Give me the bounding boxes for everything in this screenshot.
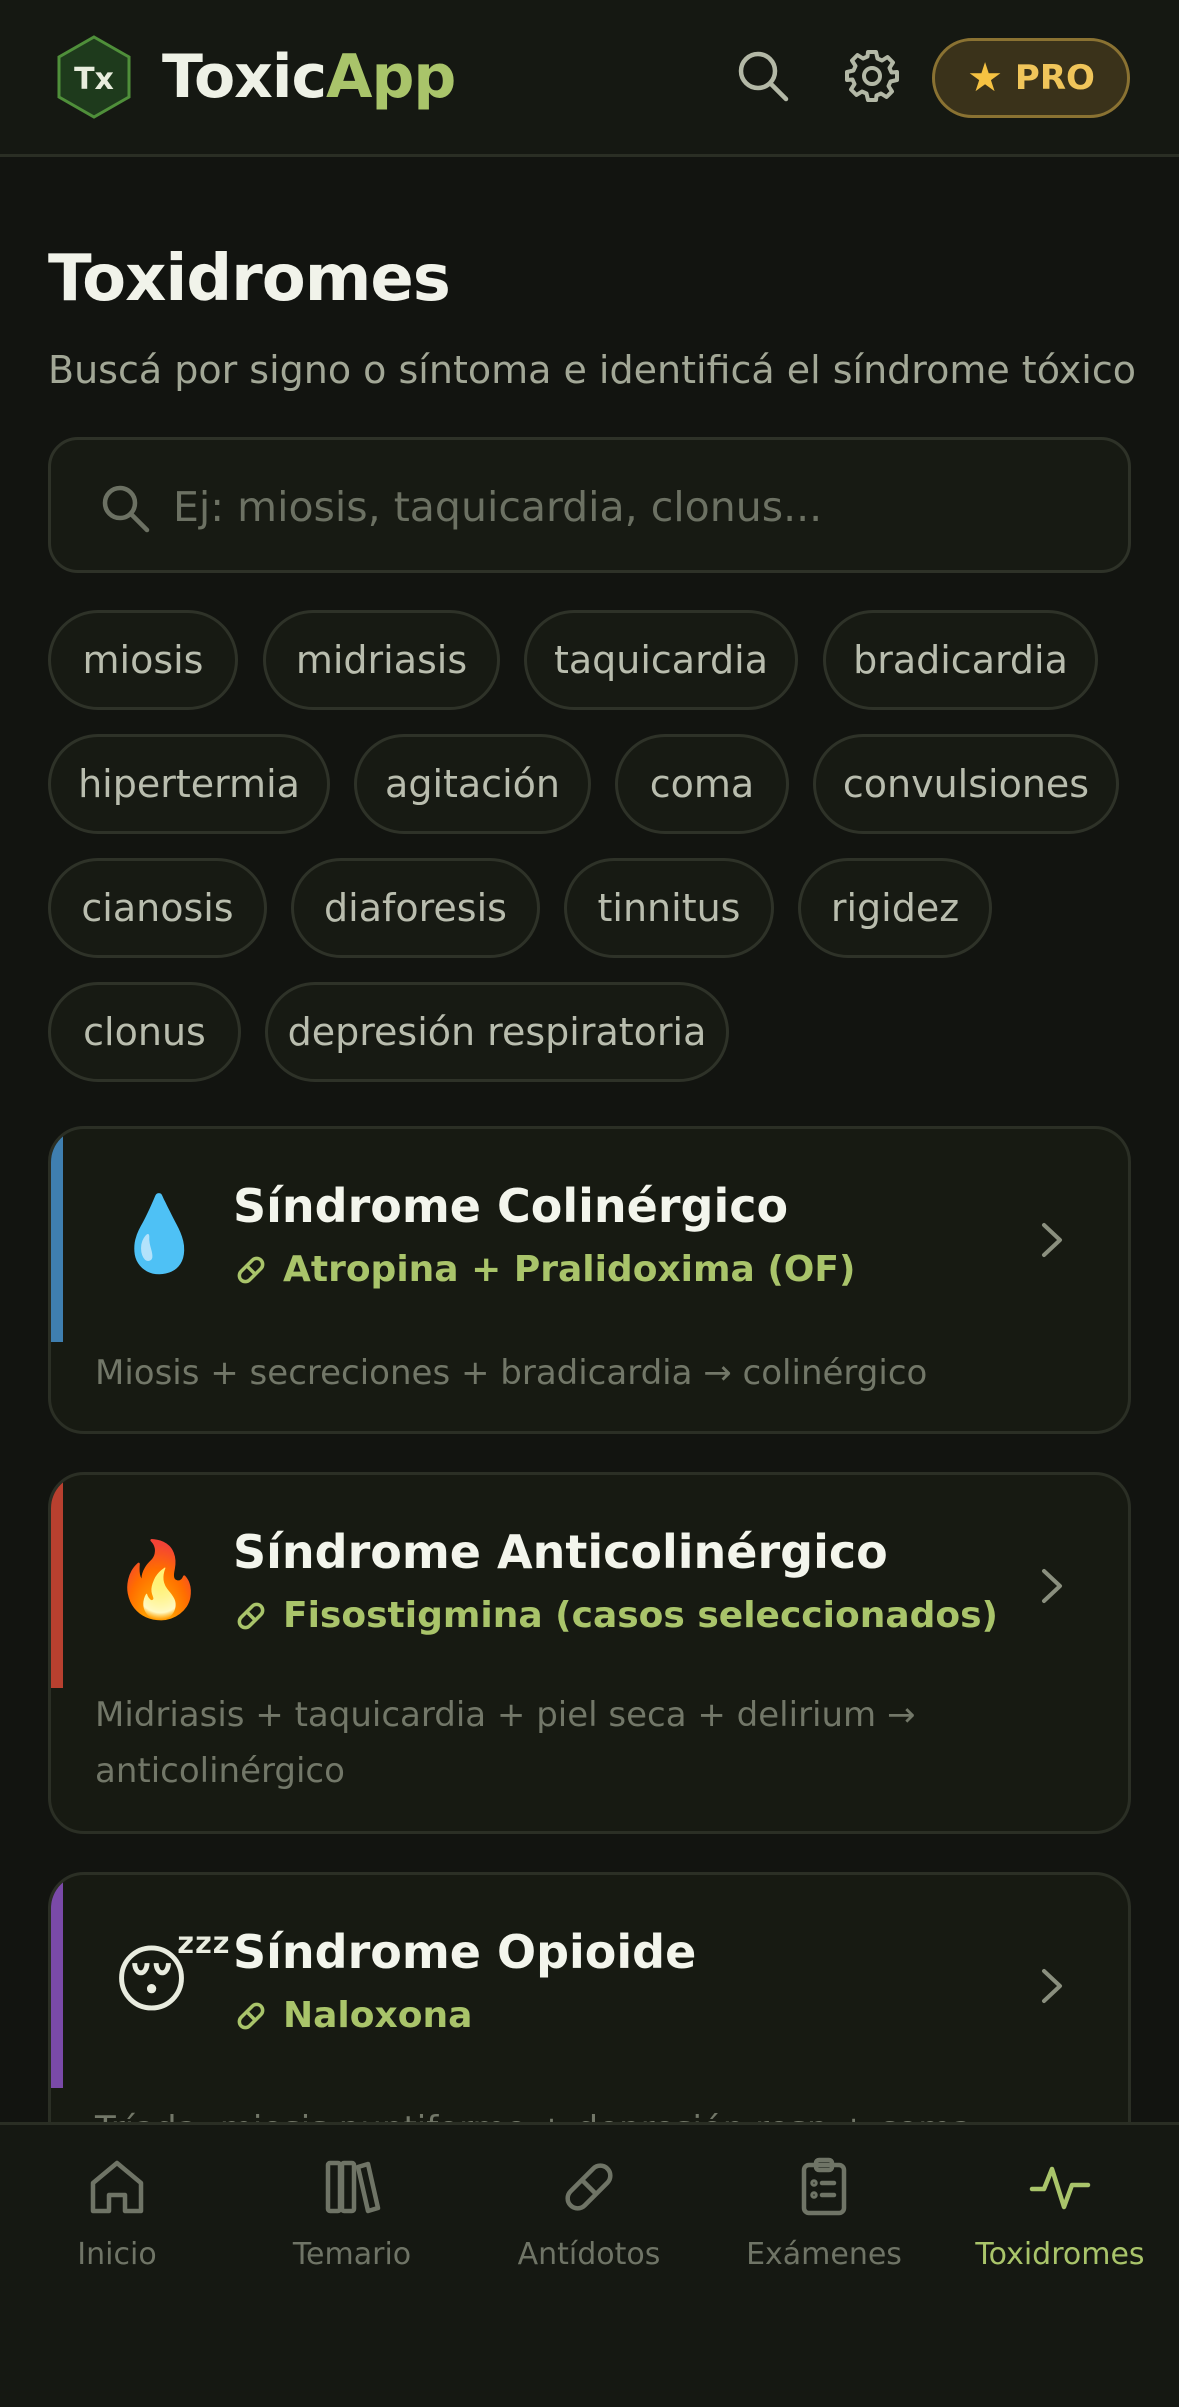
search-field-icon	[102, 485, 150, 533]
pill-icon	[237, 1602, 265, 1629]
card-title: Síndrome Colinérgico	[233, 1179, 789, 1233]
clipboard-icon	[801, 2157, 847, 2216]
card-antidote: Fisostigmina (casos seleccionados)	[233, 1595, 998, 1636]
home-icon	[90, 2160, 144, 2214]
card-antidote: Naloxona	[233, 1995, 472, 2036]
card-description: Miosis + secreciones + bradicardia → col…	[95, 1353, 928, 1393]
logo-text: Tx	[74, 62, 114, 97]
nav-label: Exámenes	[746, 2237, 902, 2272]
chip-bradicardia[interactable]: bradicardia	[823, 610, 1098, 710]
chip-rigidez[interactable]: rigidez	[798, 858, 992, 958]
card-antidote-text: Naloxona	[283, 1995, 473, 2036]
top-bar: Tx ToxicApp ★ PRO	[0, 0, 1179, 157]
search-box[interactable]	[48, 437, 1131, 573]
chip-midriasis[interactable]: midriasis	[263, 610, 500, 710]
app-root: Tx ToxicApp ★ PRO Toxidromes Buscá por s…	[0, 0, 1179, 2407]
toxidrome-card-colinergico[interactable]: 💧 Síndrome Colinérgico Atropina + Pralid…	[48, 1126, 1131, 1434]
nav-item-antidotos[interactable]: Antídotos	[474, 2155, 704, 2295]
chip-coma[interactable]: coma	[615, 734, 789, 834]
nav-label: Temario	[292, 2237, 412, 2272]
books-icon	[325, 2160, 381, 2214]
page-subtitle: Buscá por signo o síntoma e identificá e…	[48, 348, 1136, 392]
brand-part1: Toxic	[162, 42, 327, 112]
nav-label: Antídotos	[517, 2237, 661, 2272]
pro-label: PRO	[1014, 58, 1095, 98]
bottom-nav: Inicio Temario Antídotos Exámenes Toxidr…	[0, 2122, 1179, 2407]
search-icon[interactable]	[733, 46, 793, 106]
chip-agitacion[interactable]: agitación	[354, 734, 591, 834]
chip-taquicardia[interactable]: taquicardia	[524, 610, 798, 710]
chip-convulsiones[interactable]: convulsiones	[813, 734, 1119, 834]
chip-clonus[interactable]: clonus	[48, 982, 241, 1082]
nav-item-temario[interactable]: Temario	[237, 2155, 467, 2295]
toxidrome-card-anticolinergico[interactable]: 🔥 Síndrome Anticolinérgico Fisostigmina …	[48, 1472, 1131, 1834]
brand-part2: App	[326, 42, 456, 112]
pulse-icon	[1029, 2166, 1091, 2210]
gear-icon[interactable]	[842, 46, 902, 106]
chevron-right-icon	[1042, 1223, 1062, 1257]
nav-label: Toxidromes	[975, 2237, 1145, 2272]
star-icon: ★	[967, 55, 1003, 101]
pro-button[interactable]: ★ PRO	[932, 38, 1130, 118]
nav-item-inicio[interactable]: Inicio	[2, 2155, 232, 2295]
chip-tinnitus[interactable]: tinnitus	[564, 858, 774, 958]
search-input[interactable]	[173, 462, 1073, 552]
card-antidote-text: Fisostigmina (casos seleccionados)	[283, 1595, 999, 1636]
pill-icon	[565, 2163, 613, 2211]
nav-label: Inicio	[77, 2237, 157, 2272]
card-description: Midriasis + taquicardia + piel seca + de…	[95, 1695, 916, 1791]
pill-icon	[237, 2002, 265, 2029]
droplet-icon: 💧	[113, 1191, 206, 1277]
nav-item-toxidromes[interactable]: Toxidromes	[945, 2155, 1175, 2295]
fire-icon: 🔥	[113, 1537, 206, 1623]
chip-miosis[interactable]: miosis	[48, 610, 238, 710]
page-title: Toxidromes	[48, 242, 451, 316]
card-title: Síndrome Anticolinérgico	[233, 1525, 888, 1579]
chevron-right-icon	[1042, 1969, 1062, 2003]
brand-name: ToxicApp	[162, 42, 456, 112]
card-title: Síndrome Opioide	[233, 1925, 697, 1979]
card-antidote: Atropina + Pralidoxima (OF)	[233, 1249, 855, 1290]
chevron-right-icon	[1042, 1569, 1062, 1603]
chip-diaforesis[interactable]: diaforesis	[291, 858, 540, 958]
app-logo: Tx	[57, 35, 131, 119]
chip-depresion-respiratoria[interactable]: depresión respiratoria	[265, 982, 729, 1082]
sleeping-face-icon: 😴	[113, 1937, 232, 2023]
chip-cianosis[interactable]: cianosis	[48, 858, 267, 958]
pill-icon	[237, 1256, 265, 1283]
card-accent-bar	[51, 1875, 63, 2088]
card-antidote-text: Atropina + Pralidoxima (OF)	[283, 1249, 856, 1290]
chip-hipertermia[interactable]: hipertermia	[48, 734, 330, 834]
nav-item-examenes[interactable]: Exámenes	[709, 2155, 939, 2295]
card-accent-bar	[51, 1129, 63, 1342]
card-accent-bar	[51, 1475, 63, 1688]
